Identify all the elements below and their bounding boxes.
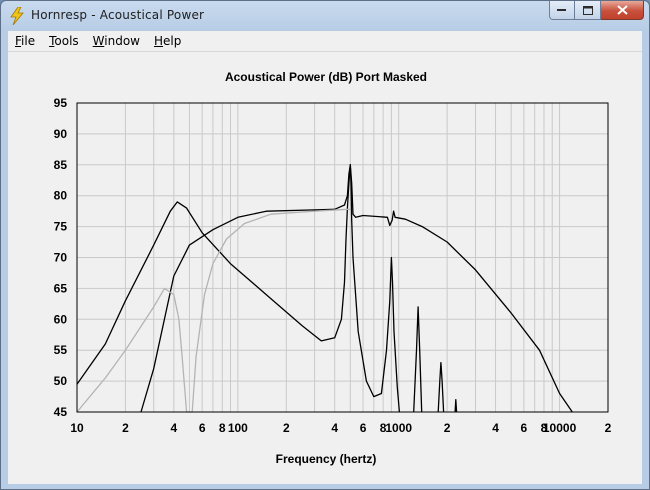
chart-grid: [76, 103, 609, 412]
x-tick-label: 10: [70, 421, 84, 435]
x-tick-label: 4: [171, 421, 178, 435]
y-tick-label: 50: [54, 374, 68, 388]
x-tick-label: 10000: [543, 421, 577, 435]
maximize-button[interactable]: [575, 1, 601, 20]
x-axis-ticks: 10 2 4 6 8 100 2 4 6 81000 2 4 6 810000 2: [70, 421, 611, 435]
caption-buttons: [549, 1, 644, 21]
y-tick-label: 65: [54, 281, 68, 295]
x-tick-label: 6: [521, 421, 528, 435]
series-line-black: [437, 361, 445, 413]
menu-help[interactable]: Help: [147, 34, 188, 48]
menu-tools[interactable]: Tools: [42, 34, 86, 48]
close-icon: [616, 5, 628, 15]
x-tick-label: 2: [444, 421, 451, 435]
menu-file[interactable]: File: [8, 34, 42, 48]
window-title: Hornresp - Acoustical Power: [31, 8, 205, 22]
y-tick-label: 80: [54, 189, 68, 203]
y-axis-ticks: 95 90 85 80 75 70 65 60 55 50 45: [54, 96, 68, 419]
x-tick-label: 4: [492, 421, 499, 435]
minimize-icon: [557, 9, 566, 11]
x-tick-label: 6: [360, 421, 367, 435]
acoustical-power-chart: Acoustical Power (dB) Port Masked 959085…: [54, 70, 612, 466]
y-tick-label: 70: [54, 251, 68, 265]
y-tick-label: 90: [54, 127, 68, 141]
y-tick-label: 55: [54, 343, 68, 357]
y-tick-label: 75: [54, 220, 68, 234]
lightning-bolt-icon: [10, 7, 24, 25]
y-tick-label: 95: [54, 96, 68, 110]
x-tick-label: 2: [605, 421, 612, 435]
maximize-icon: [582, 5, 593, 15]
chart-title: Acoustical Power (dB) Port Masked: [225, 70, 427, 84]
y-tick-label: 85: [54, 158, 68, 172]
x-tick-label: 8: [219, 421, 226, 435]
menu-window[interactable]: Window: [86, 34, 147, 48]
chart-area: Acoustical Power (dB) Port Masked 95 90 85…: [8, 51, 642, 484]
menu-bar: File Tools Window Help: [8, 31, 642, 51]
y-tick-label: 45: [54, 405, 68, 419]
x-tick-label: 4: [331, 421, 338, 435]
x-tick-label: 6: [199, 421, 206, 435]
x-tick-label: 1000: [385, 421, 412, 435]
series-line-black: [413, 306, 423, 413]
x-tick-label: 100: [228, 421, 248, 435]
series-line-black: [454, 398, 458, 413]
x-tick-label: 2: [283, 421, 290, 435]
x-axis-label: Frequency (hertz): [276, 452, 377, 466]
x-tick-label: 2: [122, 421, 129, 435]
app-window: Hornresp - Acoustical Power File Tools W…: [0, 0, 650, 490]
title-bar[interactable]: Hornresp - Acoustical Power: [1, 1, 649, 31]
y-tick-label: 60: [54, 312, 68, 326]
close-button[interactable]: [601, 1, 644, 20]
minimize-button[interactable]: [549, 1, 575, 20]
